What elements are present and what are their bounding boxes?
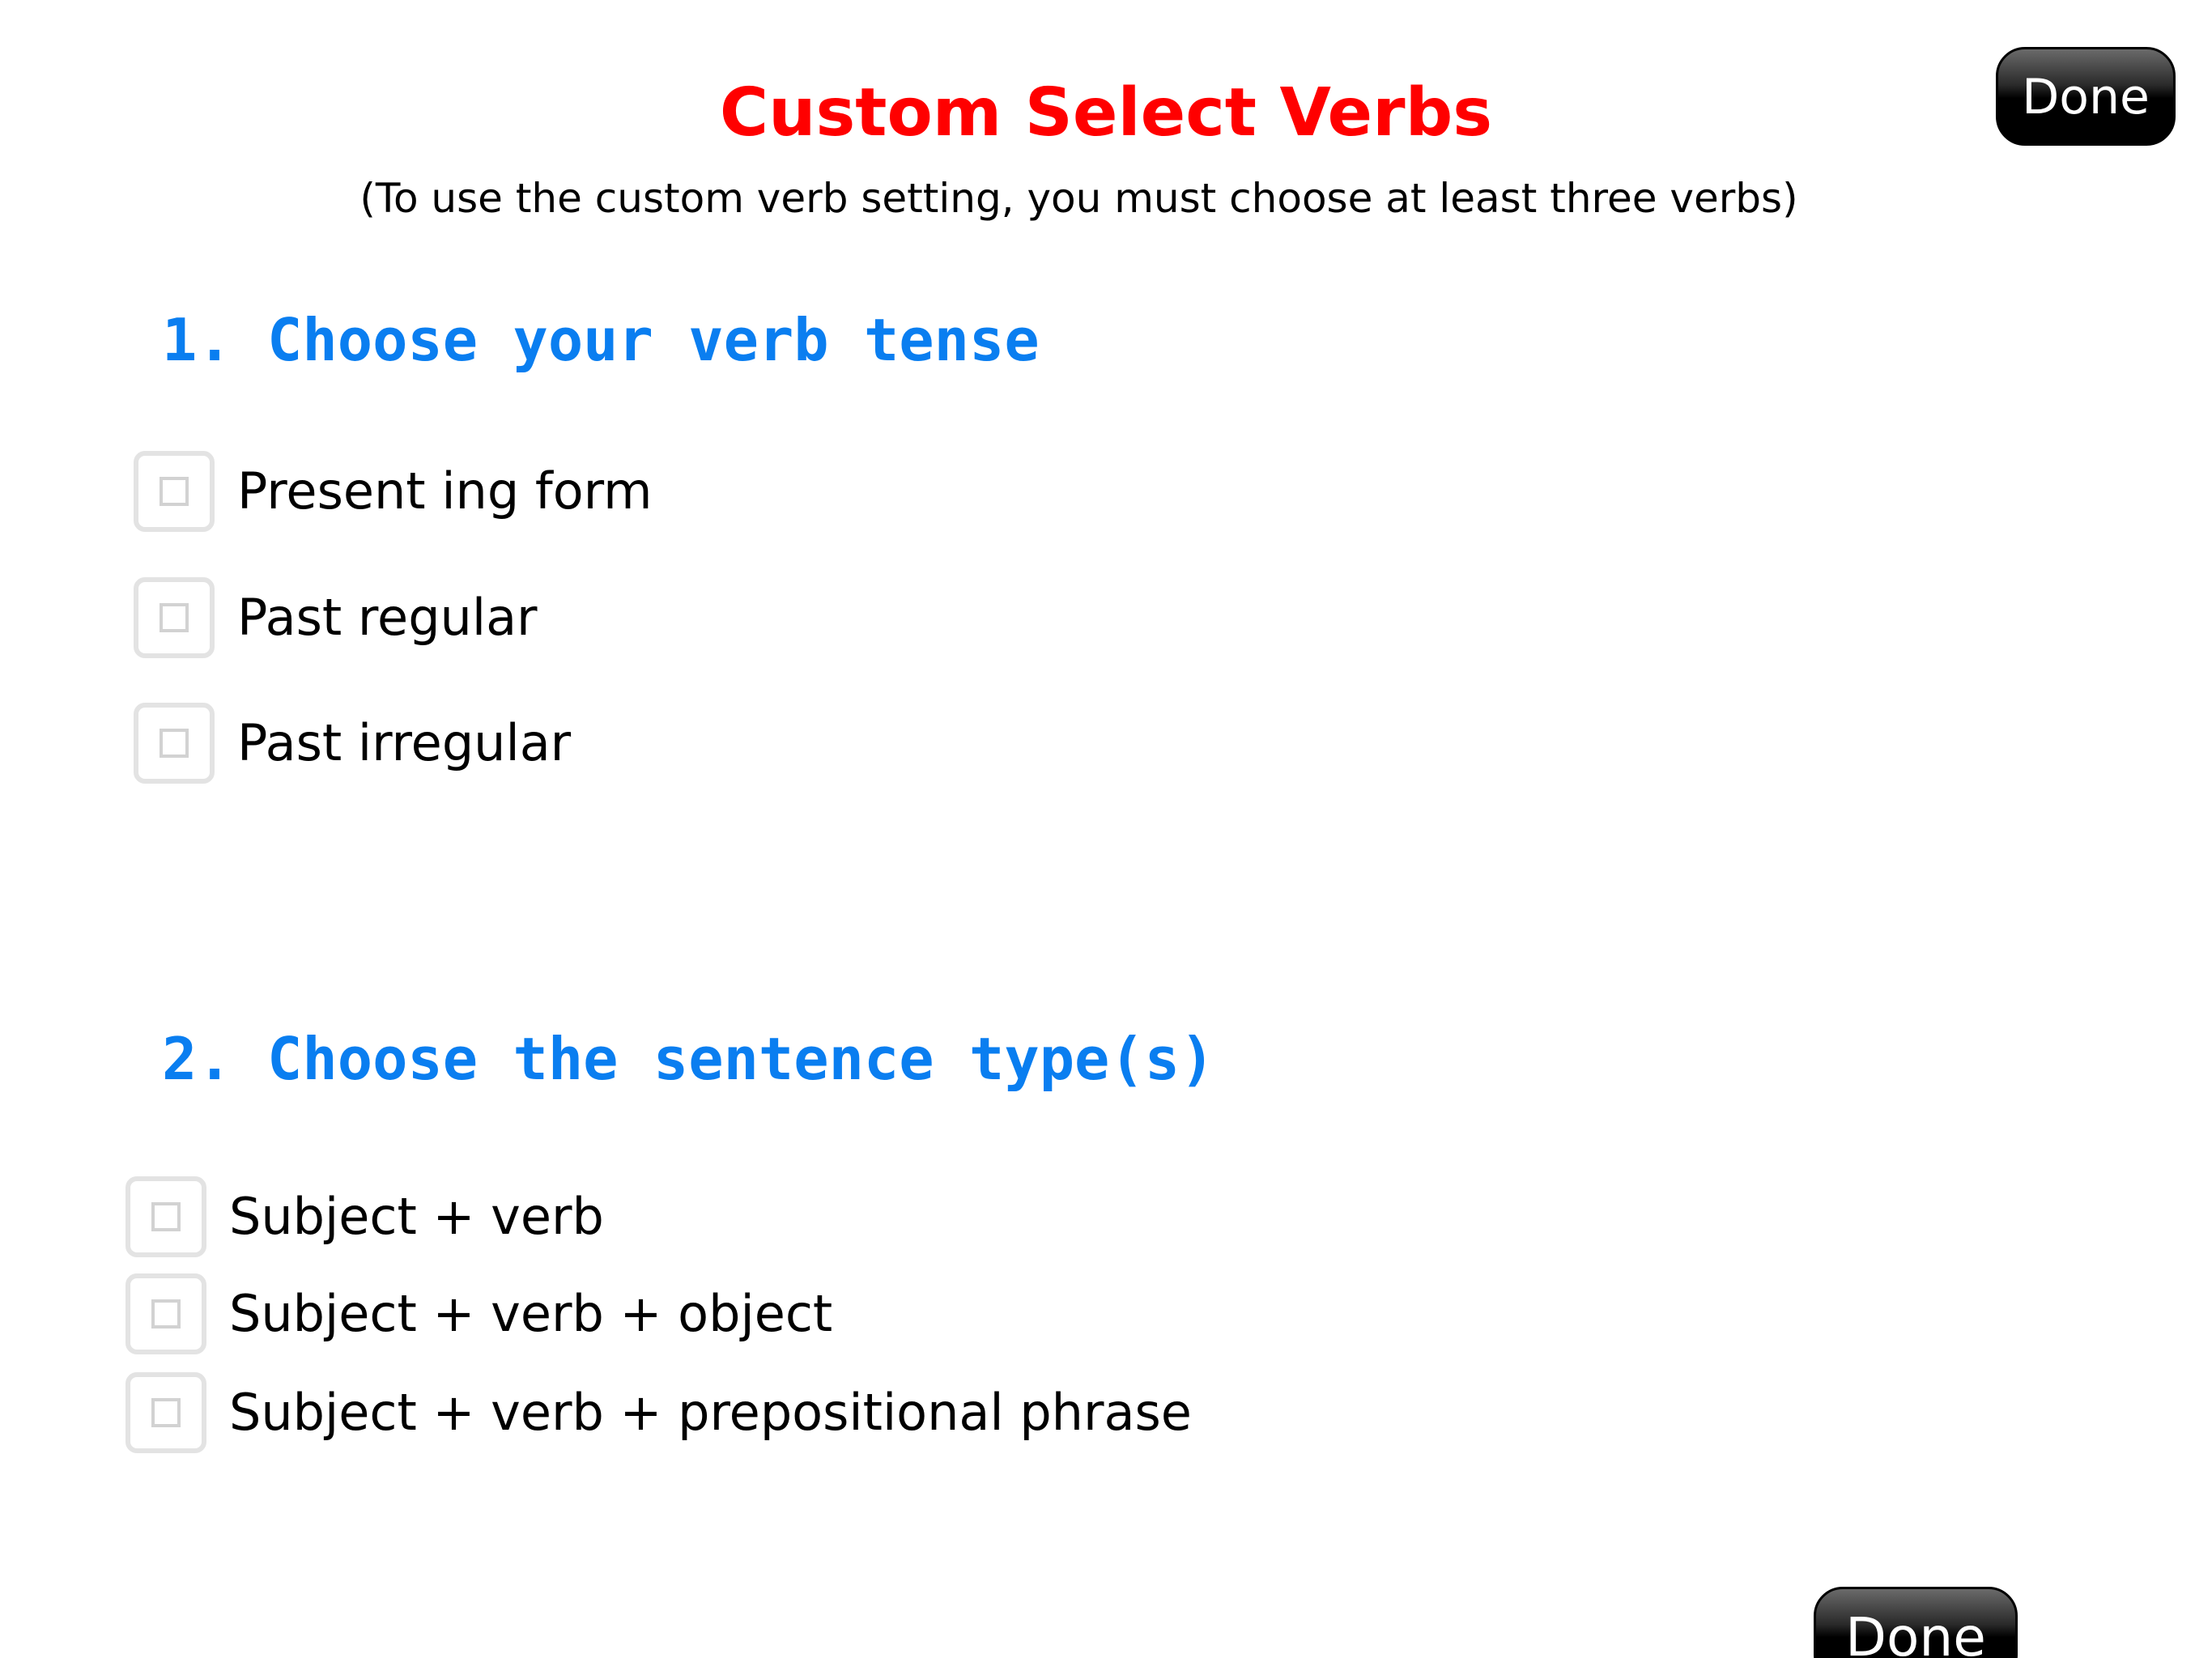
option-present-ing-form[interactable]: Present ing form [134, 451, 652, 532]
checkbox-icon[interactable] [134, 577, 215, 658]
option-subject-verb-object[interactable]: Subject + verb + object [125, 1273, 832, 1354]
checkbox-icon[interactable] [134, 703, 215, 784]
checkbox-icon[interactable] [134, 451, 215, 532]
page-subtitle: (To use the custom verb setting, you mus… [359, 175, 1798, 222]
done-button-top[interactable]: Done [1996, 47, 2176, 146]
option-label: Subject + verb + prepositional phrase [229, 1383, 1192, 1442]
option-label: Past regular [237, 588, 538, 647]
option-label: Past irregular [237, 713, 572, 772]
done-button-bottom[interactable]: Done [1814, 1587, 2018, 1658]
custom-select-verbs-screen: Custom Select Verbs (To use the custom v… [0, 0, 2212, 1658]
option-label: Present ing form [237, 461, 653, 521]
option-past-regular[interactable]: Past regular [134, 577, 538, 658]
checkbox-icon[interactable] [125, 1176, 206, 1257]
option-label: Subject + verb [229, 1187, 604, 1246]
option-subject-verb[interactable]: Subject + verb [125, 1176, 604, 1257]
option-subject-verb-prepositional-phrase[interactable]: Subject + verb + prepositional phrase [125, 1372, 1192, 1453]
checkbox-icon[interactable] [125, 1273, 206, 1354]
page-title: Custom Select Verbs [719, 74, 1493, 151]
verb-tense-heading: 1. Choose your verb tense [162, 306, 1040, 374]
option-label: Subject + verb + object [229, 1284, 833, 1343]
sentence-type-heading: 2. Choose the sentence type(s) [162, 1025, 1215, 1093]
checkbox-icon[interactable] [125, 1372, 206, 1453]
option-past-irregular[interactable]: Past irregular [134, 703, 571, 784]
